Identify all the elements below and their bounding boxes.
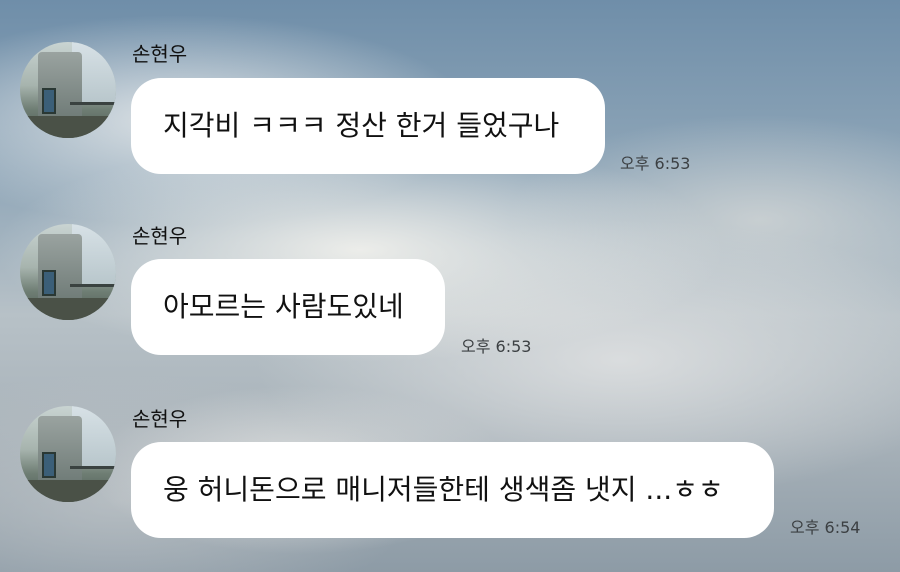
message-bubble[interactable]: 웅 허니돈으로 매니저들한테 생색좀 냇지 ...ㅎㅎ [131,442,774,538]
sender-avatar[interactable] [20,224,116,320]
message-bubble[interactable]: 지각비 ㅋㅋㅋ 정산 한거 들었구나 [131,78,605,174]
message-time: 오후 6:54 [790,518,861,537]
message-bubble[interactable]: 아모르는 사람도있네 [131,259,445,355]
sender-name: 손현우 [132,407,188,431]
sender-avatar[interactable] [20,406,116,502]
chat-screen: { "messages": [ { "sender": "손현우", "text… [0,0,900,572]
message-time: 오후 6:53 [461,337,532,356]
sender-name: 손현우 [132,42,188,66]
sender-name: 손현우 [132,224,188,248]
message-time: 오후 6:53 [620,154,691,173]
sender-avatar[interactable] [20,42,116,138]
